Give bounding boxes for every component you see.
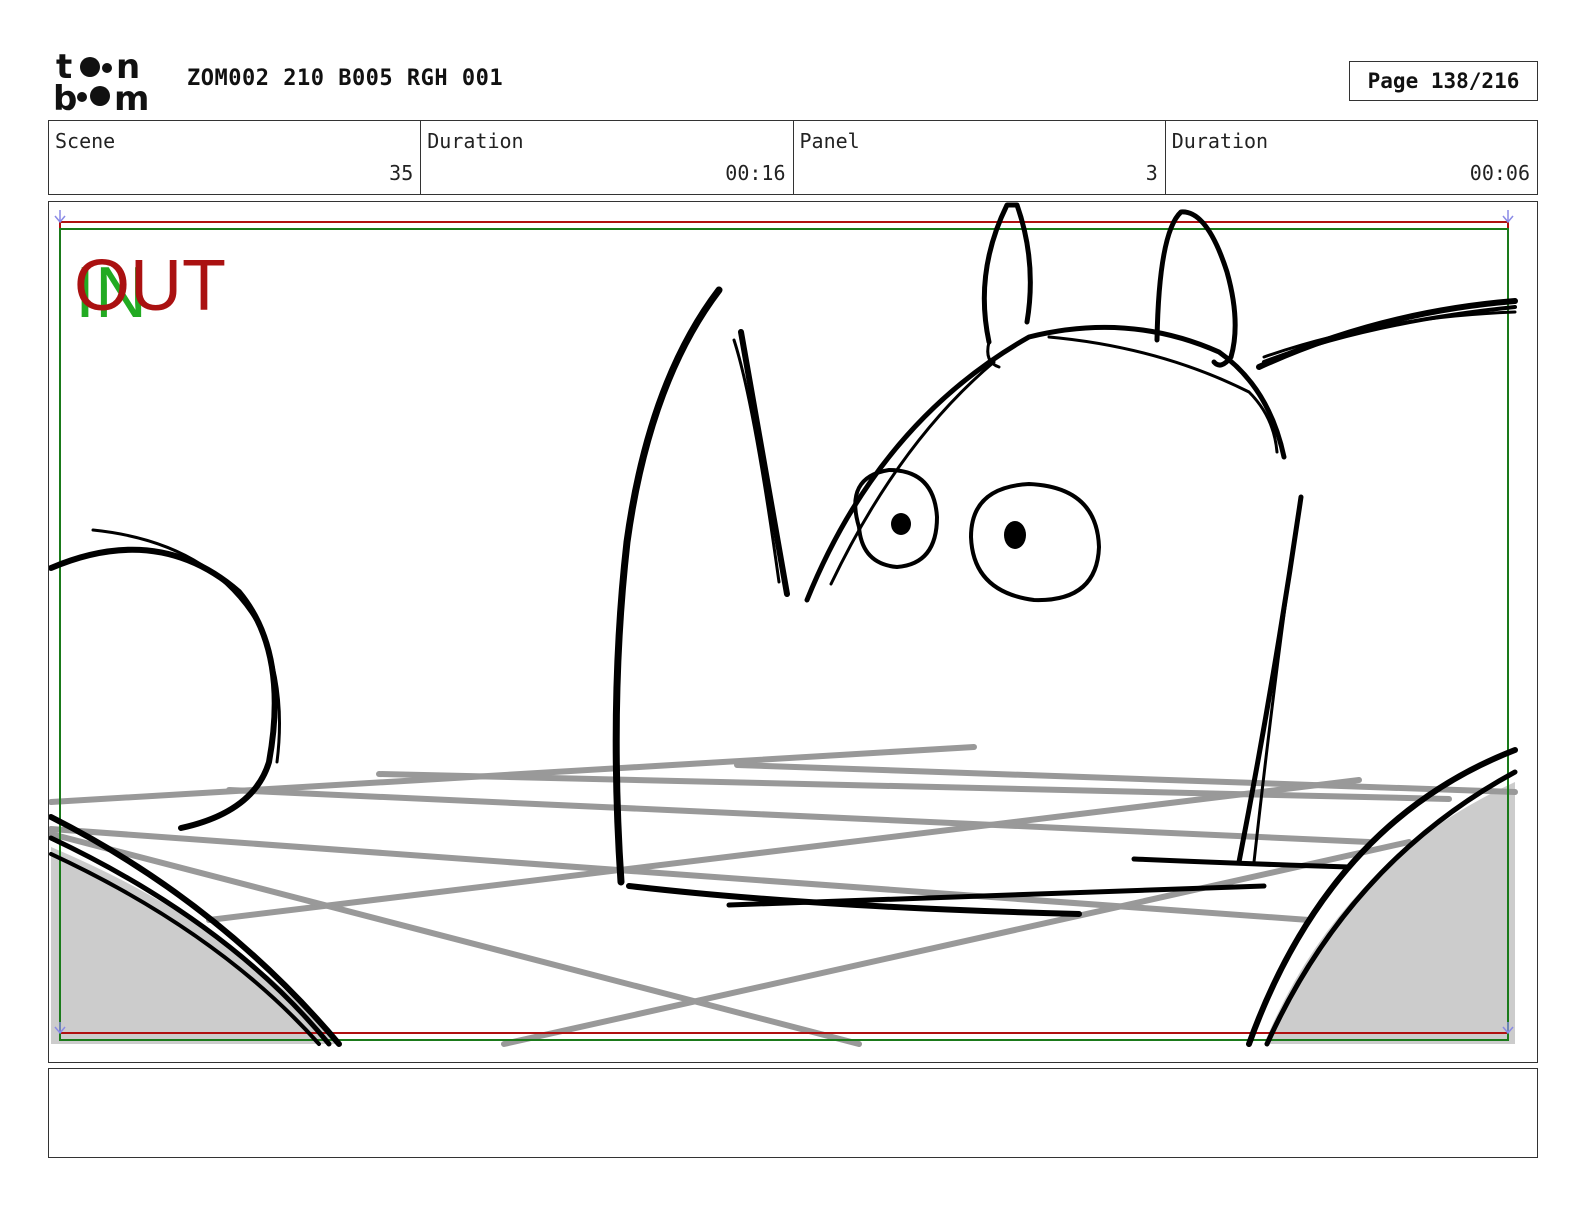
scene-duration-label: Duration	[427, 129, 524, 153]
panel-cell: Panel 3	[794, 121, 1166, 194]
scene-duration-cell: Duration 00:16	[421, 121, 794, 194]
out-marker: OUT	[74, 246, 226, 326]
scene-value: 35	[389, 161, 414, 185]
scene-duration-value: 00:16	[725, 161, 786, 185]
scene-label: Scene	[55, 129, 116, 153]
logo-letter-b: b	[53, 79, 77, 112]
scene-cell: Scene 35	[49, 121, 422, 194]
logo-letter-m: m	[114, 79, 149, 112]
storyboard-panel: IN OUT	[48, 201, 1538, 1063]
page-indicator: Page 138/216	[1349, 61, 1538, 101]
panel-duration-label: Duration	[1171, 129, 1269, 153]
panel-duration-value: 00:06	[1469, 161, 1530, 185]
panel-duration-cell: Duration 00:06	[1166, 121, 1537, 194]
panel-label: Panel	[799, 129, 860, 153]
panel-notes-box	[48, 1068, 1538, 1158]
toonboom-logo: t n b m	[52, 47, 164, 119]
right-mound-fill	[1264, 782, 1515, 1044]
panel-drawing: IN OUT	[49, 202, 1518, 1047]
page-label: Page 138/216	[1367, 69, 1520, 93]
scene-info-table: Scene 35 Duration 00:16 Panel 3 Duration…	[48, 120, 1538, 195]
panel-value: 3	[1145, 161, 1158, 185]
project-title: ZOM002 210 B005 RGH 001	[187, 66, 504, 91]
